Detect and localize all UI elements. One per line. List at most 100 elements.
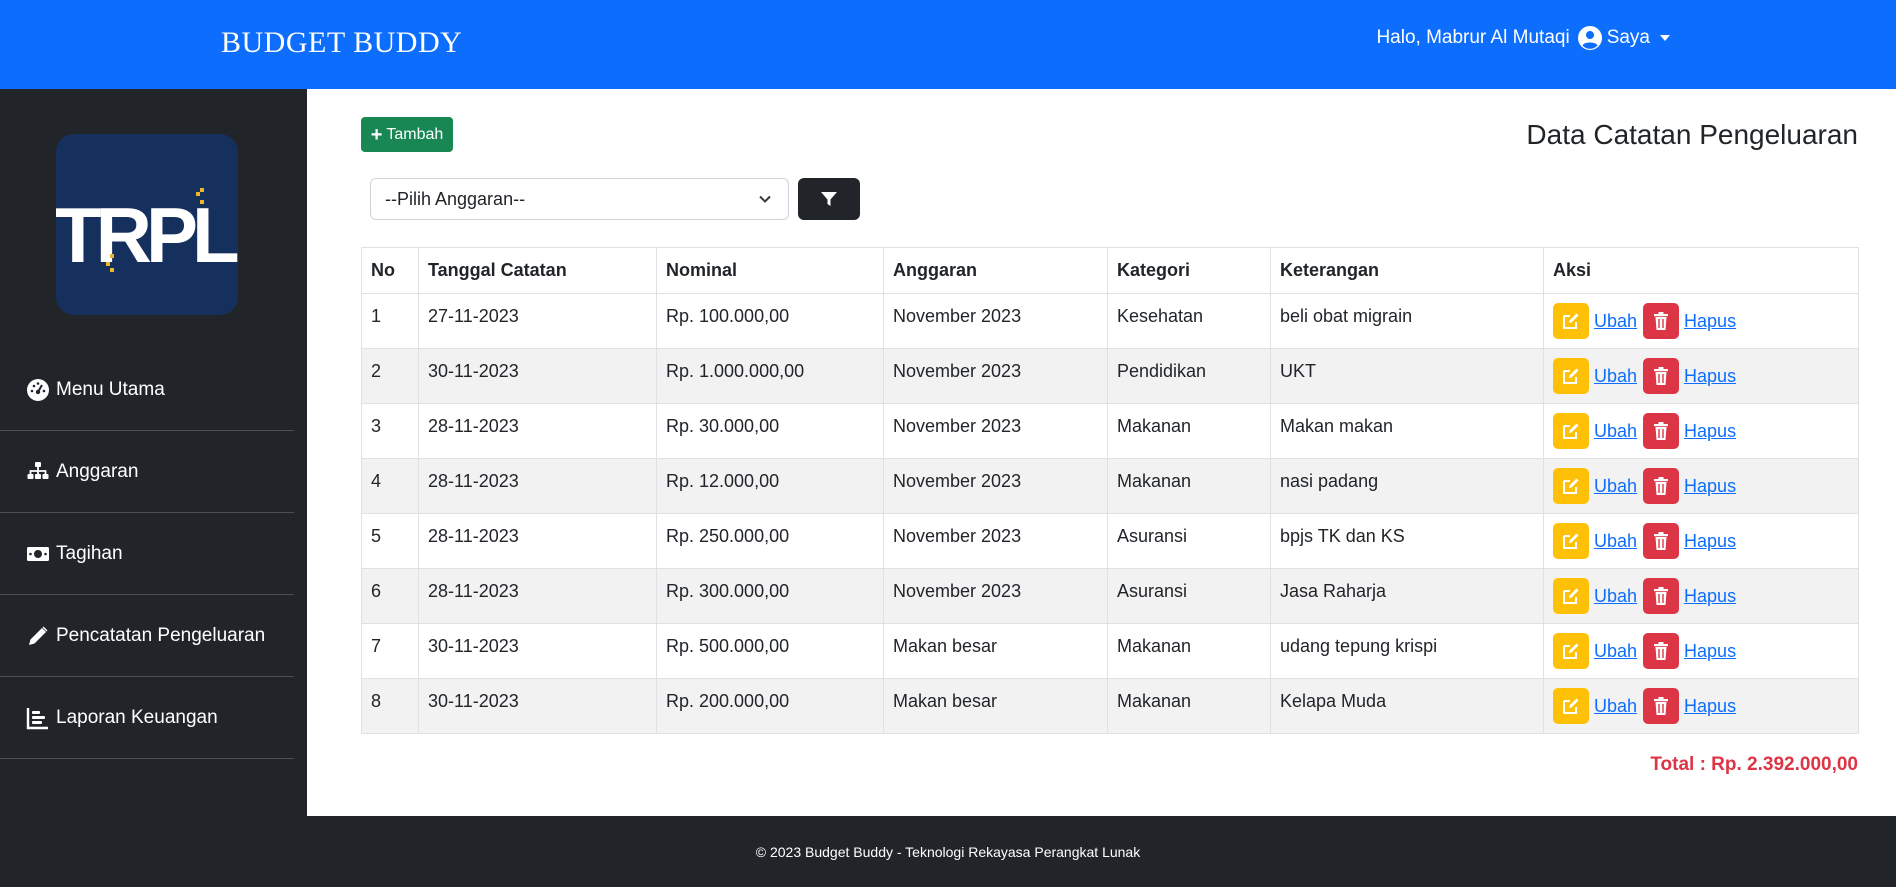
footer-text: © 2023 Budget Buddy - Teknologi Rekayasa… [755, 843, 1141, 860]
page-title: Data Catatan Pengeluaran [1526, 119, 1858, 150]
plus-icon: + [370, 123, 383, 146]
delete-link[interactable]: Hapus [1684, 366, 1736, 387]
sidebar-item-label: Pencatatan Pengeluaran [56, 624, 266, 646]
sidebar: TRPL Menu Utama Anggaran Tagihan Pencata… [0, 89, 307, 816]
table-header-row: No Tanggal Catatan Nominal Anggaran Kate… [361, 247, 1859, 294]
dashboard-icon [27, 378, 49, 401]
edit-icon [1563, 368, 1579, 384]
table-cell: Makan makan [1270, 403, 1544, 459]
table-cell: Asuransi [1107, 568, 1271, 624]
filter-button[interactable] [798, 178, 860, 220]
table-cell: 30-11-2023 [418, 623, 657, 679]
delete-link[interactable]: Hapus [1684, 531, 1736, 552]
delete-link[interactable]: Hapus [1684, 641, 1736, 662]
delete-link[interactable]: Hapus [1684, 421, 1736, 442]
edit-link[interactable]: Ubah [1594, 696, 1637, 717]
edit-icon-button[interactable] [1553, 523, 1589, 559]
table-cell: 30-11-2023 [418, 678, 657, 734]
table-cell: 27-11-2023 [418, 293, 657, 349]
table-cell: Rp. 100.000,00 [656, 293, 884, 349]
table-cell: Makanan [1107, 678, 1271, 734]
delete-icon-button[interactable] [1643, 633, 1680, 669]
column-header: Keterangan [1270, 247, 1544, 294]
edit-icon-button[interactable] [1553, 303, 1589, 339]
delete-icon-button[interactable] [1643, 688, 1680, 724]
edit-link[interactable]: Ubah [1594, 641, 1637, 662]
sidebar-menu: Menu Utama Anggaran Tagihan Pencatatan P… [0, 349, 294, 759]
delete-icon-button[interactable] [1643, 303, 1680, 339]
delete-link[interactable]: Hapus [1684, 311, 1736, 332]
action-cell: Ubah Hapus [1543, 348, 1859, 404]
budget-select[interactable]: --Pilih Anggaran-- [370, 178, 789, 220]
delete-icon-button[interactable] [1643, 578, 1680, 614]
edit-icon [1563, 313, 1579, 329]
trash-icon [1654, 642, 1669, 660]
add-button[interactable]: + Tambah [361, 117, 453, 152]
table-row: 2 30-11-2023 Rp. 1.000.000,00 November 2023… [361, 348, 1859, 404]
edit-icon-button[interactable] [1553, 358, 1589, 394]
delete-icon-button[interactable] [1643, 358, 1680, 394]
edit-icon-button[interactable] [1553, 633, 1589, 669]
caret-down-icon[interactable] [1660, 35, 1670, 41]
sidebar-item-menu-utama[interactable]: Menu Utama [0, 349, 294, 431]
edit-link[interactable]: Ubah [1594, 531, 1637, 552]
table-cell: 3 [361, 403, 419, 459]
edit-icon-button[interactable] [1553, 688, 1589, 724]
table-cell: Makanan [1107, 623, 1271, 679]
edit-link[interactable]: Ubah [1594, 586, 1637, 607]
sidebar-item-label: Anggaran [56, 460, 139, 482]
svg-text:TRPL: TRPL [56, 191, 238, 279]
table-cell: 6 [361, 568, 419, 624]
edit-icon-button[interactable] [1553, 578, 1589, 614]
table-cell: beli obat migrain [1270, 293, 1544, 349]
edit-link[interactable]: Ubah [1594, 421, 1637, 442]
delete-icon-button[interactable] [1643, 523, 1680, 559]
delete-link[interactable]: Hapus [1684, 586, 1736, 607]
table-cell: Rp. 30.000,00 [656, 403, 884, 459]
delete-icon-button[interactable] [1643, 413, 1680, 449]
table-cell: November 2023 [883, 403, 1108, 459]
table-cell: Makan besar [883, 623, 1108, 679]
table-cell: 4 [361, 458, 419, 514]
edit-icon [1563, 478, 1579, 494]
top-navbar: BUDGET BUDDY Halo, Mabrur Al Mutaqi Saya [0, 0, 1896, 89]
sidebar-item-anggaran[interactable]: Anggaran [0, 431, 294, 513]
user-menu[interactable]: Halo, Mabrur Al Mutaqi Saya [1376, 26, 1670, 50]
action-cell: Ubah Hapus [1543, 458, 1859, 514]
sidebar-item-pencatatan-pengeluaran[interactable]: Pencatatan Pengeluaran [0, 595, 294, 677]
trash-icon [1654, 697, 1669, 715]
footer: © 2023 Budget Buddy - Teknologi Rekayasa… [0, 816, 1896, 887]
sidebar-item-label: Menu Utama [56, 378, 165, 400]
sidebar-item-laporan-keuangan[interactable]: Laporan Keuangan [0, 677, 294, 759]
filter-icon [821, 192, 837, 206]
table-row: 7 30-11-2023 Rp. 500.000,00 Makan besar Maka… [361, 623, 1859, 679]
column-header: Nominal [656, 247, 884, 294]
column-header: Kategori [1107, 247, 1271, 294]
table-cell: Kesehatan [1107, 293, 1271, 349]
table-cell: Rp. 500.000,00 [656, 623, 884, 679]
column-header: No [361, 247, 419, 294]
trpl-logo: TRPL [56, 134, 238, 315]
trash-icon [1654, 367, 1669, 385]
table-row: 4 28-11-2023 Rp. 12.000,00 November 2023 Mak… [361, 458, 1859, 514]
table-cell: Pendidikan [1107, 348, 1271, 404]
delete-link[interactable]: Hapus [1684, 476, 1736, 497]
edit-link[interactable]: Ubah [1594, 476, 1637, 497]
edit-link[interactable]: Ubah [1594, 366, 1637, 387]
account-dropdown-label[interactable]: Saya [1607, 27, 1650, 49]
delete-link[interactable]: Hapus [1684, 696, 1736, 717]
table-cell: 28-11-2023 [418, 458, 657, 514]
table-cell: 8 [361, 678, 419, 734]
table-cell: Rp. 200.000,00 [656, 678, 884, 734]
edit-icon-button[interactable] [1553, 468, 1589, 504]
main-content: + Tambah Data Catatan Pengeluaran --Pili… [307, 89, 1896, 816]
sitemap-icon [27, 461, 49, 479]
table-cell: nasi padang [1270, 458, 1544, 514]
edit-icon-button[interactable] [1553, 413, 1589, 449]
money-bill-icon [27, 546, 49, 561]
brand-title[interactable]: BUDGET BUDDY [221, 26, 462, 60]
edit-link[interactable]: Ubah [1594, 311, 1637, 332]
sidebar-item-tagihan[interactable]: Tagihan [0, 513, 294, 595]
action-cell: Ubah Hapus [1543, 403, 1859, 459]
delete-icon-button[interactable] [1643, 468, 1680, 504]
